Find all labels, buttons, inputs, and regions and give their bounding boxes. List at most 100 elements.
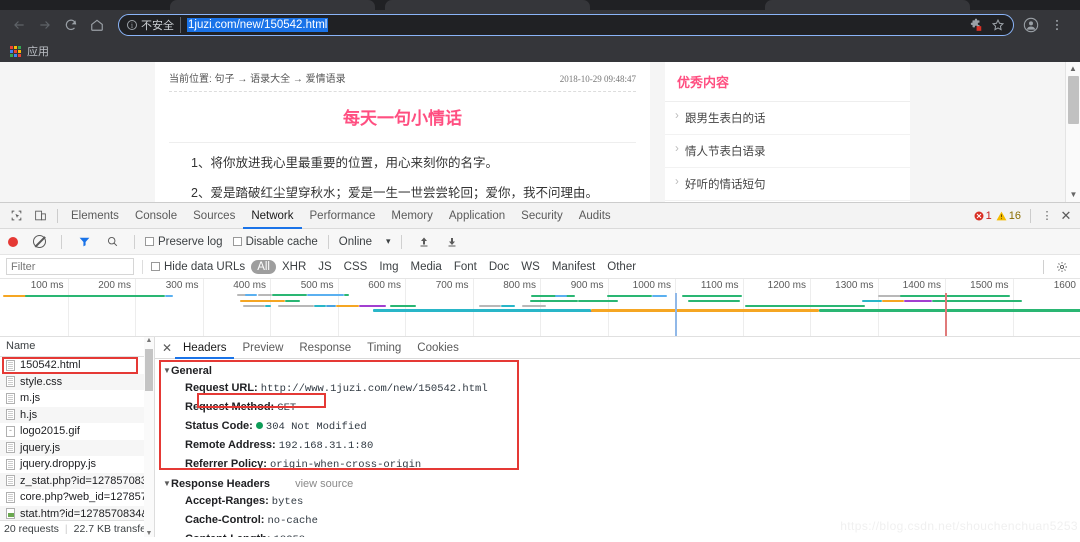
devtools-more-icon[interactable]: ⋮ [1040, 204, 1054, 228]
browser-tab[interactable] [170, 0, 375, 10]
request-row[interactable]: stat.htm?id=1278570834&r=h. [0, 506, 154, 521]
response-headers-section-title[interactable]: ▼ Response Headers view source [163, 476, 1080, 492]
apps-grid-icon[interactable] [10, 46, 21, 57]
response-headers-title-label: Response Headers [171, 478, 270, 490]
timeline-tick [68, 279, 69, 336]
extension-icon[interactable] [969, 18, 983, 32]
type-filter-other[interactable]: Other [601, 261, 642, 273]
sidebar-link[interactable]: 跟男生表白的话 [665, 102, 910, 135]
devtools-tab-performance[interactable]: Performance [302, 203, 384, 229]
view-source-link[interactable]: view source [295, 478, 353, 490]
record-button[interactable] [8, 237, 18, 247]
type-filter-media[interactable]: Media [405, 261, 448, 273]
home-icon[interactable] [86, 14, 108, 36]
devtools-tab-elements[interactable]: Elements [63, 203, 127, 229]
browser-menu-icon[interactable] [1046, 14, 1068, 36]
url-text[interactable]: 1juzi.com/new/150542.html [187, 18, 328, 32]
request-rows[interactable]: 150542.html style.cssm.jsh.jslogo2015.gif… [0, 357, 154, 520]
export-har-icon[interactable] [440, 230, 464, 254]
devtools-tab-memory[interactable]: Memory [383, 203, 441, 229]
scrollbar-thumb[interactable] [1068, 76, 1079, 124]
scroll-down-icon[interactable]: ▼ [144, 530, 154, 537]
chevron-down-icon[interactable]: ▾ [386, 236, 391, 247]
browser-tab[interactable] [765, 0, 970, 10]
type-filter-font[interactable]: Font [448, 261, 483, 273]
gear-icon[interactable] [1050, 255, 1074, 279]
request-row[interactable]: logo2015.gif [0, 423, 154, 440]
reload-icon[interactable] [60, 14, 82, 36]
type-filter-doc[interactable]: Doc [483, 261, 515, 273]
detail-tab-cookies[interactable]: Cookies [409, 337, 467, 359]
search-icon[interactable] [100, 230, 124, 254]
device-toolbar-icon[interactable] [28, 204, 52, 228]
profile-avatar[interactable] [1020, 14, 1042, 36]
devtools-tab-security[interactable]: Security [513, 203, 571, 229]
throttling-select[interactable]: Online ▾ [339, 236, 391, 248]
timeline-tick [1013, 279, 1014, 336]
network-overview-timeline[interactable]: 100 ms200 ms300 ms400 ms500 ms600 ms700 … [0, 279, 1080, 337]
general-row: Request Method: GET [163, 398, 1080, 417]
detail-tab-preview[interactable]: Preview [234, 337, 291, 359]
request-row[interactable]: 150542.html [0, 357, 154, 374]
triangle-down-icon[interactable]: ▼ [163, 366, 171, 375]
hide-data-urls-checkbox[interactable]: Hide data URLs [151, 261, 245, 273]
devtools-tab-sources[interactable]: Sources [185, 203, 243, 229]
devtools-tab-network[interactable]: Network [243, 203, 301, 229]
clear-button[interactable] [27, 230, 51, 254]
scrollbar-thumb[interactable] [145, 349, 153, 391]
request-row[interactable]: h.js [0, 407, 154, 424]
scroll-up-icon[interactable]: ▲ [144, 337, 154, 344]
scroll-down-icon[interactable]: ▼ [1066, 188, 1080, 202]
sidebar-link[interactable]: 像女生告白的话 [665, 201, 910, 202]
detail-tab-timing[interactable]: Timing [359, 337, 409, 359]
filter-icon[interactable] [72, 230, 96, 254]
address-bar[interactable]: i 不安全 1juzi.com/new/150542.html [118, 14, 1014, 36]
timeline-bar [25, 295, 165, 297]
type-filter-all[interactable]: All [251, 260, 276, 274]
info-icon[interactable]: i [127, 20, 137, 30]
apps-label[interactable]: 应用 [27, 43, 49, 59]
preserve-log-checkbox[interactable]: Preserve log [145, 236, 223, 248]
type-filter-manifest[interactable]: Manifest [546, 261, 601, 273]
filter-input[interactable] [6, 258, 134, 275]
timeline-bar [900, 295, 1010, 297]
bookmark-star-icon[interactable] [991, 18, 1005, 32]
type-filter-css[interactable]: CSS [338, 261, 374, 273]
browser-tab-active[interactable] [385, 0, 590, 10]
request-row[interactable]: z_stat.php?id=1278570834&… [0, 473, 154, 490]
disable-cache-checkbox[interactable]: Disable cache [233, 236, 318, 248]
forward-icon[interactable] [34, 14, 56, 36]
back-icon[interactable] [8, 14, 30, 36]
request-name: 150542.html [20, 359, 81, 371]
triangle-down-icon[interactable]: ▼ [163, 479, 171, 488]
scroll-up-icon[interactable]: ▲ [1066, 62, 1080, 76]
request-row[interactable]: jquery.droppy.js [0, 456, 154, 473]
inspect-element-icon[interactable] [4, 204, 28, 228]
type-filter-img[interactable]: Img [373, 261, 404, 273]
request-row[interactable]: core.php?web_id=127857083. [0, 489, 154, 506]
tab-strip[interactable] [0, 0, 1080, 10]
devtools-close-icon[interactable]: ✕ [1058, 204, 1074, 228]
type-filter-ws[interactable]: WS [515, 261, 546, 273]
request-row[interactable]: m.js [0, 390, 154, 407]
timeline-tick [338, 279, 339, 336]
request-list-scrollbar[interactable]: ▲ ▼ [144, 337, 154, 537]
import-har-icon[interactable] [412, 230, 436, 254]
request-row[interactable]: jquery.js [0, 440, 154, 457]
detail-tab-response[interactable]: Response [291, 337, 359, 359]
sidebar-link[interactable]: 好听的情话短句 [665, 168, 910, 201]
general-section-title[interactable]: ▼ General [163, 363, 1080, 379]
error-badge[interactable]: 1 [974, 210, 992, 222]
warning-badge[interactable]: 16 [996, 210, 1021, 222]
detail-tab-headers[interactable]: Headers [175, 337, 234, 359]
page-scrollbar[interactable]: ▲ ▼ [1065, 62, 1080, 202]
type-filter-js[interactable]: JS [312, 261, 337, 273]
sidebar-link[interactable]: 情人节表白语录 [665, 135, 910, 168]
devtools-tab-application[interactable]: Application [441, 203, 513, 229]
request-row[interactable]: style.css [0, 374, 154, 391]
devtools-tab-console[interactable]: Console [127, 203, 185, 229]
devtools-tab-audits[interactable]: Audits [571, 203, 619, 229]
headers-content: ▼ General Request URL: http://www.1juzi.… [155, 359, 1080, 537]
type-filter-xhr[interactable]: XHR [276, 261, 312, 273]
detail-close-icon[interactable]: ✕ [159, 341, 175, 355]
